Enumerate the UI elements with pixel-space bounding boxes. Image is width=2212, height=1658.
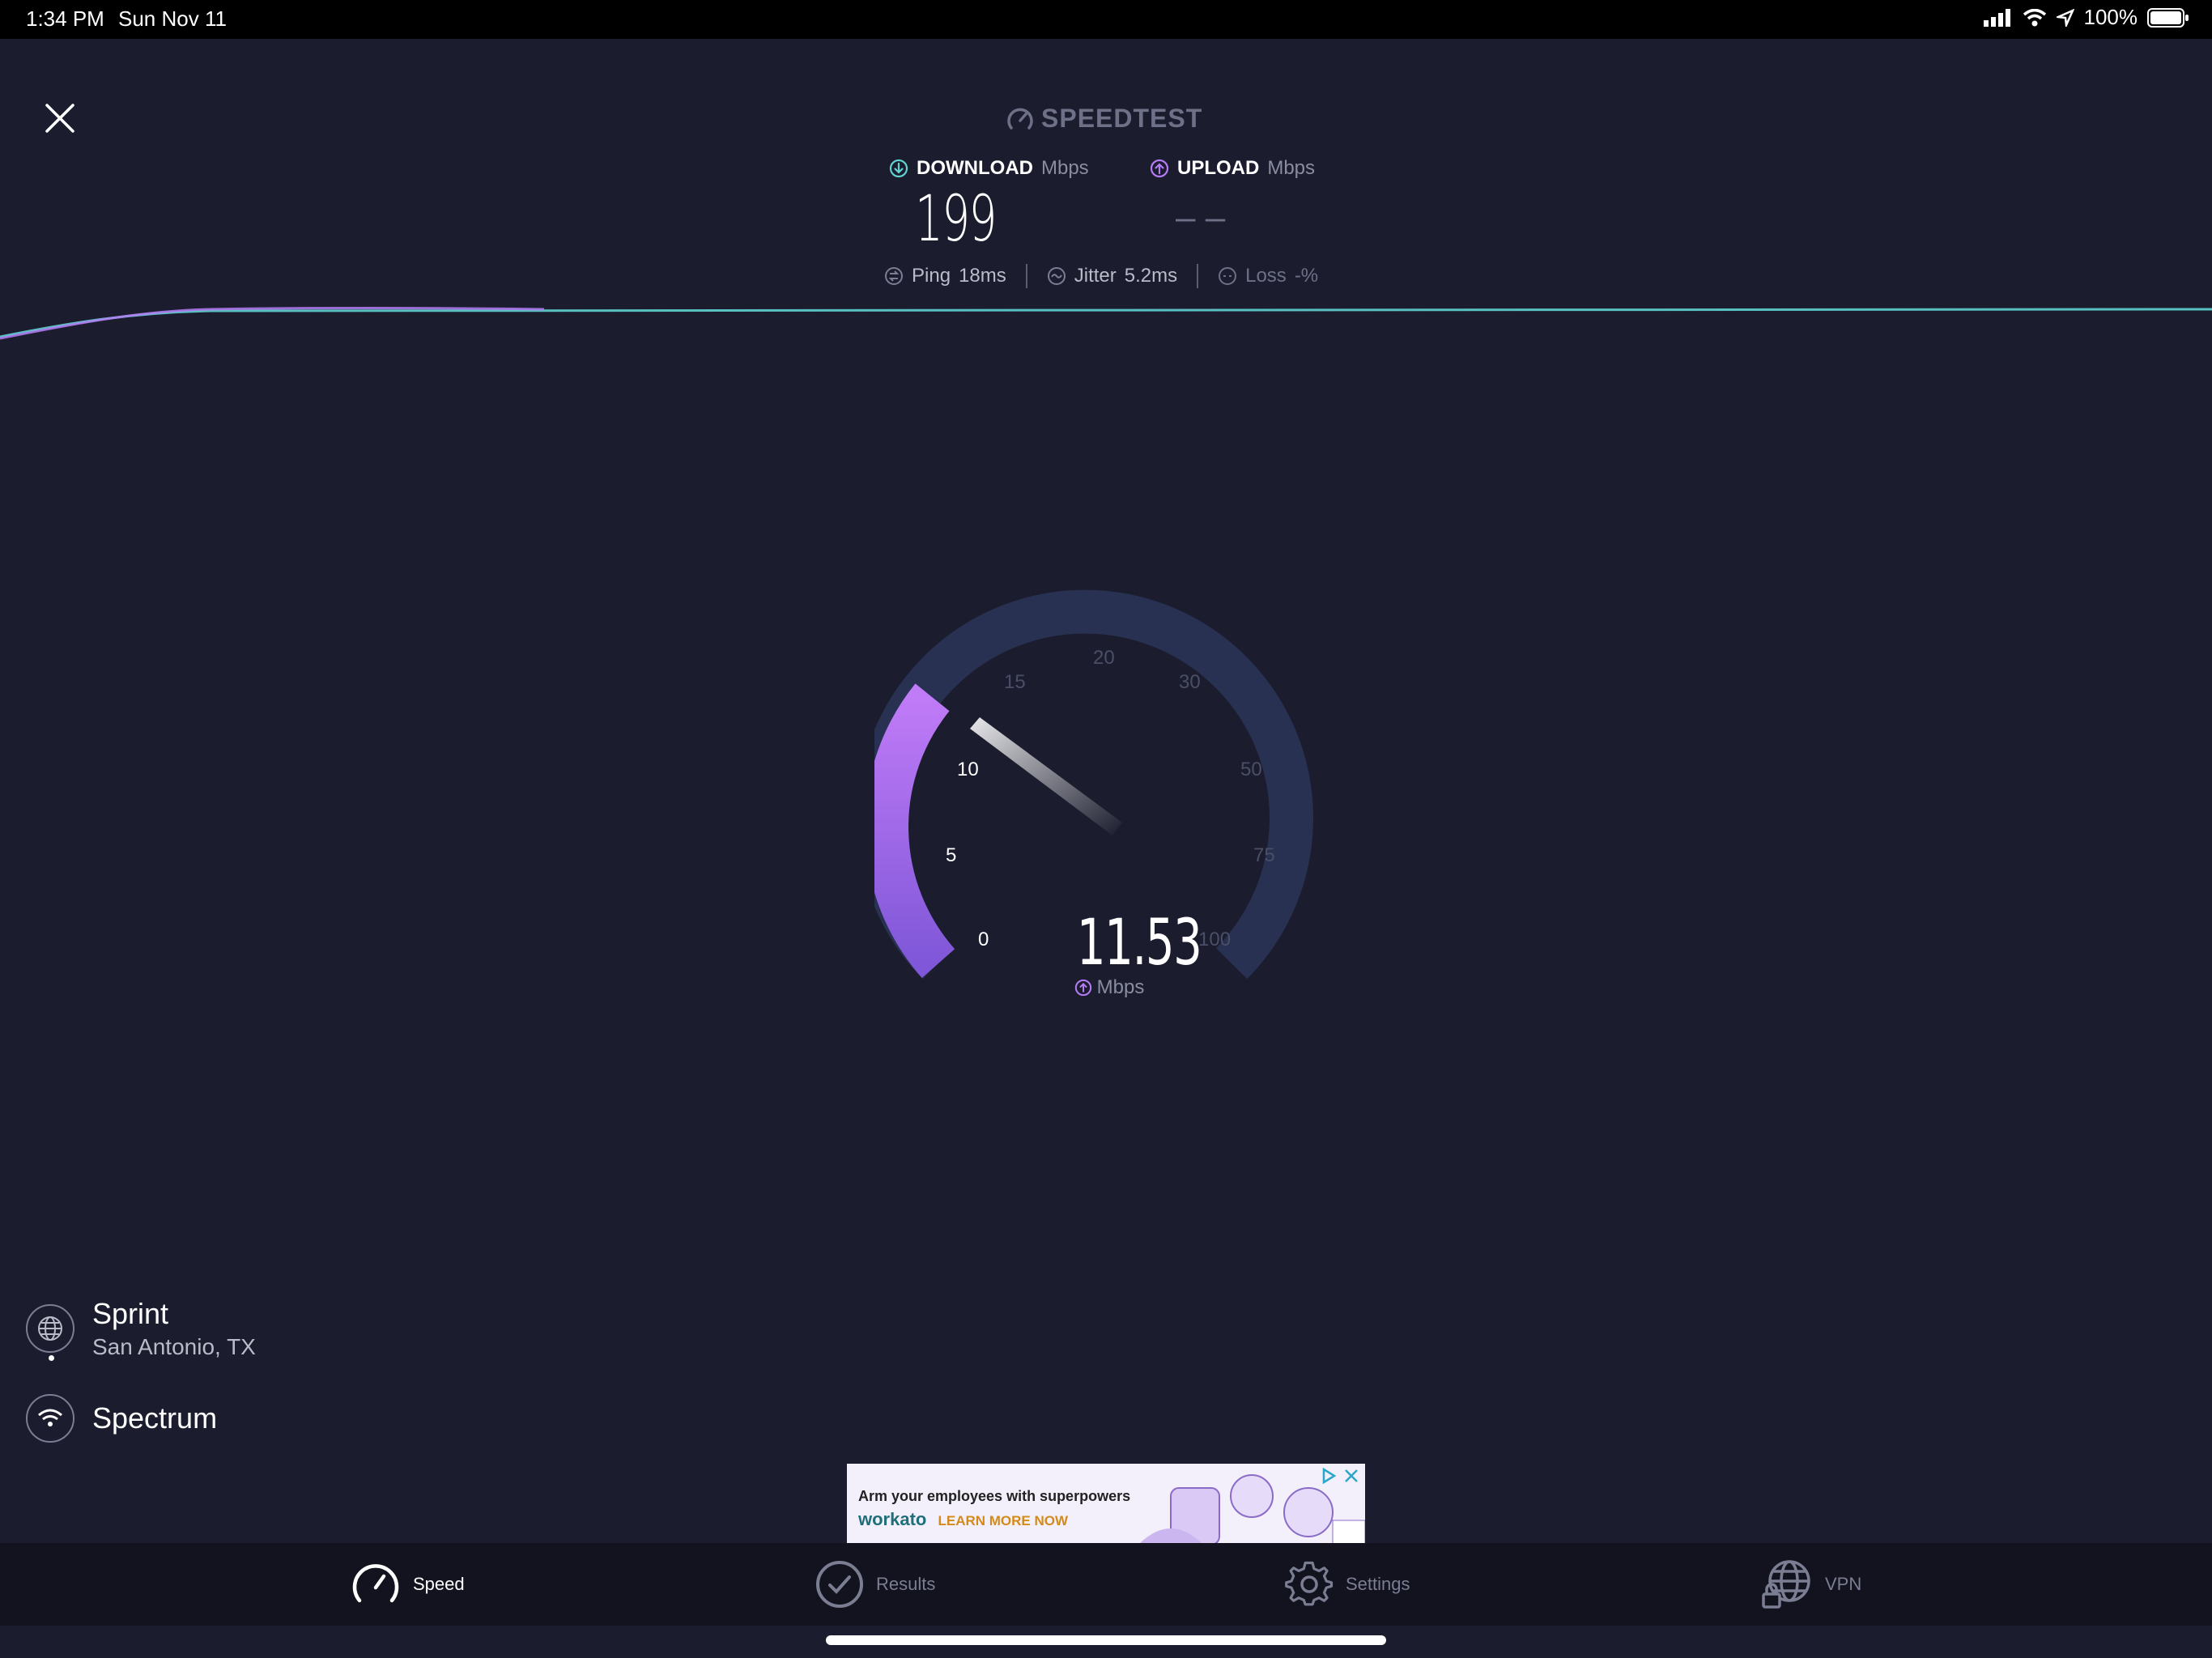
gauge-needle <box>970 717 1122 835</box>
tab-bar: Speed Results Settings VPN <box>0 1543 2212 1626</box>
speedometer-icon <box>352 1564 399 1603</box>
ad-brand: workato LEARN MORE NOW <box>858 1509 1068 1530</box>
status-bar: 1:34 PM Sun Nov 11 100% <box>0 0 2212 39</box>
loss-icon <box>1219 267 1237 285</box>
gauge-progress <box>874 683 955 978</box>
ad-controls <box>1320 1467 1360 1485</box>
upload-graph-line <box>0 307 545 340</box>
cellular-signal-icon <box>1983 8 2010 27</box>
home-indicator[interactable] <box>826 1635 1386 1645</box>
location-arrow-icon <box>2056 8 2074 27</box>
current-speed-value: 11.53 <box>1076 907 1202 980</box>
gear-icon <box>1285 1561 1334 1606</box>
status-right: 100% <box>1983 5 2190 30</box>
ad-cta[interactable]: LEARN MORE NOW <box>938 1513 1068 1528</box>
brand-text: SPEEDTEST <box>1041 104 1203 133</box>
close-icon <box>45 104 74 133</box>
download-label: DOWNLOAD Mbps <box>889 157 1089 180</box>
jitter-icon <box>1047 267 1066 285</box>
gauge-tick-label: 100 <box>1198 929 1231 950</box>
download-title: DOWNLOAD <box>917 157 1033 179</box>
server-name: Sprint <box>92 1297 169 1330</box>
upload-arrow-icon <box>1074 979 1091 997</box>
gauge-readout: 11.53 Mbps <box>1053 907 1202 999</box>
globe-icon <box>26 1304 74 1353</box>
server-info: Sprint San Antonio, TX <box>92 1297 256 1360</box>
upload-value: – – <box>1176 198 1226 237</box>
wifi-icon <box>2023 8 2046 26</box>
gauge-tick-label: 5 <box>946 844 956 866</box>
jitter-stat: Jitter 5.2ms <box>1027 265 1197 287</box>
download-value: 199 <box>915 183 997 256</box>
current-speed-unit: Mbps <box>1053 976 1166 999</box>
jitter-label: Jitter <box>1074 265 1117 287</box>
battery-percent: 100% <box>2083 5 2138 29</box>
connection-name: Spectrum <box>92 1401 218 1435</box>
loss-label: Loss <box>1245 265 1287 287</box>
gauge-tick-label: 0 <box>978 929 989 950</box>
stats-row: Ping 18ms Jitter 5.2ms Loss -% <box>865 264 1338 288</box>
current-speed-unit-text: Mbps <box>1096 976 1145 998</box>
battery-icon <box>2147 7 2189 28</box>
gauge-tick-label: 20 <box>1093 647 1115 669</box>
throughput-graph <box>0 307 2212 340</box>
tab-label: VPN <box>1825 1574 1862 1594</box>
status-date: Sun Nov 11 <box>118 6 227 31</box>
server-location: San Antonio, TX <box>92 1334 256 1359</box>
connection-info[interactable]: Spectrum <box>26 1394 217 1443</box>
upload-title: UPLOAD <box>1177 157 1260 179</box>
download-arrow-icon <box>889 159 908 178</box>
server-selector[interactable]: Sprint San Antonio, TX <box>26 1297 256 1360</box>
gauge-tick-label: 75 <box>1253 844 1275 866</box>
tab-speed[interactable]: Speed <box>350 1543 465 1626</box>
ad-banner[interactable]: Arm your employees with superpowers work… <box>847 1464 1365 1545</box>
tab-settings[interactable]: Settings <box>1284 1543 1410 1626</box>
gauge-tick-label: 30 <box>1179 671 1201 693</box>
tab-label: Settings <box>1346 1574 1410 1594</box>
speedtest-logo-icon <box>1007 108 1033 130</box>
ad-close-icon[interactable] <box>1342 1467 1360 1485</box>
wifi-icon <box>26 1394 74 1443</box>
gauge-tick-label: 50 <box>1240 759 1262 780</box>
tab-results[interactable]: Results <box>815 1543 935 1626</box>
connection-dot <box>49 1355 54 1361</box>
gauge-tick-label: 10 <box>957 759 979 780</box>
speedtest-logo: SPEEDTEST <box>1006 104 1202 134</box>
ping-value: 18ms <box>959 265 1006 287</box>
tab-label: Speed <box>413 1574 465 1594</box>
upload-arrow-icon <box>1150 159 1169 178</box>
adchoices-icon[interactable] <box>1320 1467 1338 1485</box>
loss-value: -% <box>1294 265 1319 287</box>
upload-label: UPLOAD Mbps <box>1150 157 1315 180</box>
tab-vpn[interactable]: VPN <box>1762 1543 1861 1626</box>
loss-stat: Loss -% <box>1198 265 1338 287</box>
ad-headline: Arm your employees with superpowers <box>858 1488 1131 1504</box>
ad-brand-name: workato <box>858 1509 927 1529</box>
checkmark-circle-icon <box>816 1561 863 1608</box>
globe-lock-icon <box>1762 1560 1810 1609</box>
download-unit: Mbps <box>1040 157 1089 179</box>
gauge-tick-label: 15 <box>1004 671 1026 693</box>
ping-icon <box>885 267 903 285</box>
close-button[interactable] <box>40 99 79 138</box>
ping-label: Ping <box>912 265 951 287</box>
upload-unit: Mbps <box>1267 157 1316 179</box>
jitter-value: 5.2ms <box>1124 265 1178 287</box>
download-graph-line <box>0 308 2212 338</box>
ping-stat: Ping 18ms <box>865 265 1026 287</box>
status-time: 1:34 PM <box>26 6 104 31</box>
tab-label: Results <box>876 1574 936 1594</box>
